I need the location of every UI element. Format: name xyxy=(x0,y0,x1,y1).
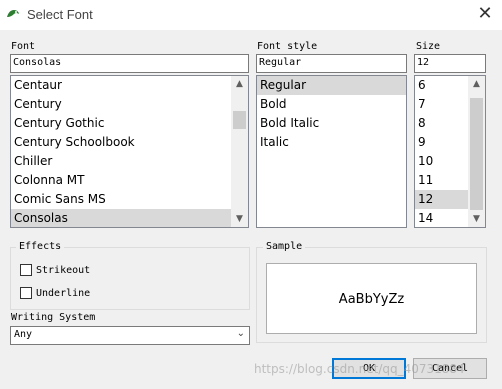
font-name-input[interactable]: Consolas xyxy=(10,54,249,73)
title-bar: Select Font ✕ xyxy=(0,0,502,30)
font-list-item[interactable]: Chiller xyxy=(11,152,231,171)
effects-label: Effects xyxy=(16,241,65,252)
size-label: Size xyxy=(416,41,441,52)
font-style-list[interactable]: Regular Bold Bold Italic Italic xyxy=(256,75,407,228)
sample-label: Sample xyxy=(263,241,306,252)
size-list-item[interactable]: 11 xyxy=(415,171,468,190)
scroll-thumb[interactable] xyxy=(470,98,483,210)
font-style-list-item[interactable]: Bold Italic xyxy=(257,114,406,133)
watermark: https://blog.csdn.net/qq_40731884 xyxy=(254,362,465,376)
font-list-item[interactable]: Comic Sans MS xyxy=(11,190,231,209)
strikeout-label: Strikeout xyxy=(36,265,91,276)
font-style-list-item[interactable]: Italic xyxy=(257,133,406,152)
font-list-item[interactable]: Colonna MT xyxy=(11,171,231,190)
font-label: Font xyxy=(11,41,36,52)
writing-system-value: Any xyxy=(14,329,33,340)
scroll-down-icon[interactable]: ▼ xyxy=(231,211,248,227)
effects-group xyxy=(10,247,250,310)
scroll-thumb[interactable] xyxy=(233,111,246,129)
scroll-up-icon[interactable]: ▲ xyxy=(468,76,485,92)
font-list-item[interactable]: Century Gothic xyxy=(11,114,231,133)
font-list-item[interactable]: Centaur xyxy=(11,76,231,95)
writing-system-label: Writing System xyxy=(11,312,96,323)
scroll-up-icon[interactable]: ▲ xyxy=(231,76,248,92)
size-list-item[interactable]: 10 xyxy=(415,152,468,171)
strikeout-checkbox[interactable] xyxy=(20,264,32,276)
font-list-item[interactable]: Century Schoolbook xyxy=(11,133,231,152)
size-list-scrollbar[interactable]: ▲ ▼ xyxy=(468,76,485,227)
font-style-list-item[interactable]: Bold xyxy=(257,95,406,114)
size-list-item[interactable]: 12 xyxy=(415,190,468,209)
size-list[interactable]: 6 7 8 9 10 11 12 14 ▲ ▼ xyxy=(414,75,486,228)
font-style-label: Font style xyxy=(257,41,318,52)
font-style-list-item[interactable]: Regular xyxy=(257,76,406,95)
font-list-scrollbar[interactable]: ▲ ▼ xyxy=(231,76,248,227)
font-style-input[interactable]: Regular xyxy=(256,54,407,73)
underline-label: Underline xyxy=(36,288,91,299)
font-list[interactable]: Centaur Century Century Gothic Century Scho… xyxy=(10,75,249,228)
size-list-item[interactable]: 6 xyxy=(415,76,468,95)
size-list-item[interactable]: 7 xyxy=(415,95,468,114)
app-icon xyxy=(7,10,19,17)
chevron-down-icon: ⌄ xyxy=(236,328,245,339)
writing-system-select[interactable]: Any ⌄ xyxy=(10,326,250,345)
size-input[interactable]: 12 xyxy=(414,54,486,73)
underline-checkbox[interactable] xyxy=(20,287,32,299)
size-list-item[interactable]: 9 xyxy=(415,133,468,152)
font-list-item[interactable]: Century xyxy=(11,95,231,114)
sample-preview: AaBbYyZz xyxy=(266,263,477,334)
size-list-item[interactable]: 14 xyxy=(415,209,468,227)
size-list-item[interactable]: 8 xyxy=(415,114,468,133)
window-title: Select Font xyxy=(27,7,93,22)
font-list-item[interactable]: Consolas xyxy=(11,209,231,227)
close-button[interactable]: ✕ xyxy=(470,2,500,26)
scroll-down-icon[interactable]: ▼ xyxy=(468,211,485,227)
